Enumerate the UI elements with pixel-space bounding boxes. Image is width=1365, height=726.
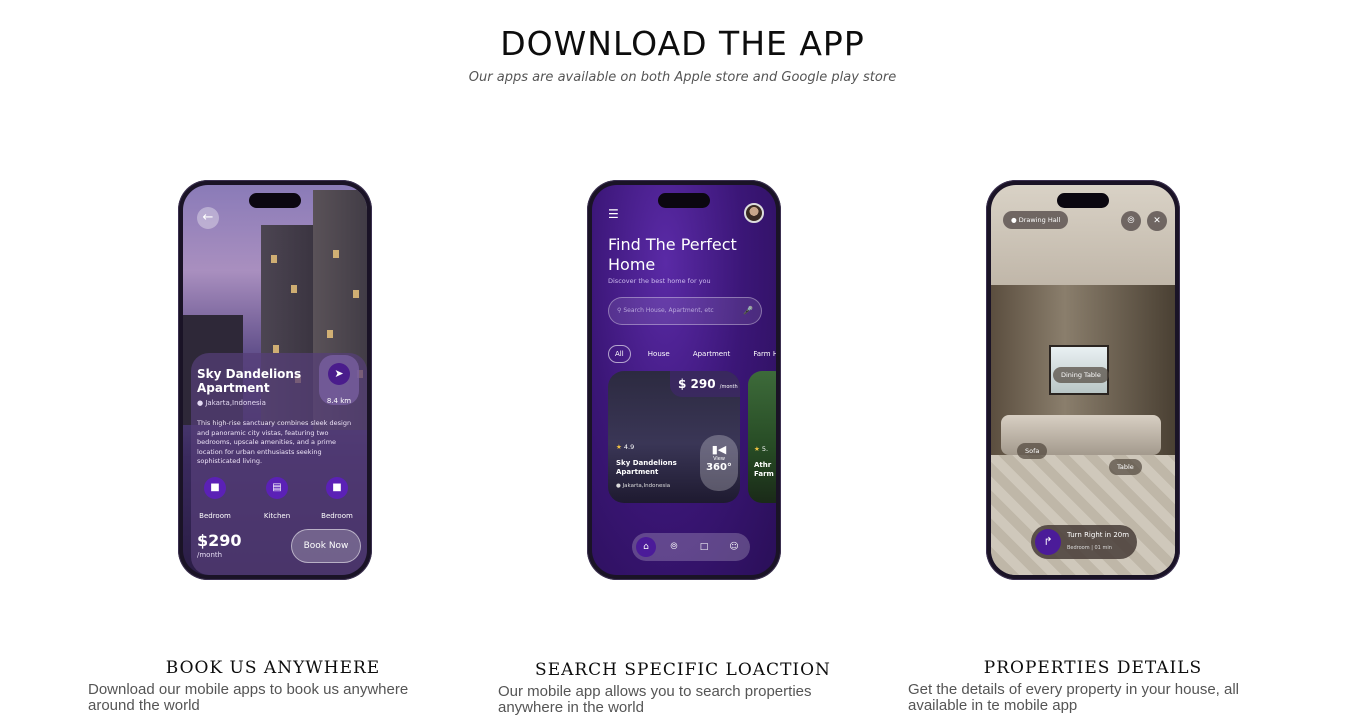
amenity-label: Kitchen — [263, 512, 291, 520]
amenity-bedroom: ■ Bedroom — [317, 477, 357, 522]
chip-all[interactable]: All — [608, 345, 631, 363]
view-360-icon: ▮◀ — [711, 443, 727, 456]
phone-mockup-search: ☰ Find The Perfect Home Discover the bes… — [587, 180, 781, 580]
property-location: ● Jakarta,Indonesia — [197, 399, 266, 407]
price-period: /month — [719, 384, 738, 390]
price-tag: $ 290 /month — [670, 371, 740, 397]
search-icon: ⚲ — [617, 307, 622, 314]
direction-time: 01 min — [1094, 545, 1112, 551]
distance-value: 8.4 km — [326, 397, 352, 405]
ar-tag-sofa[interactable]: Sofa — [1017, 443, 1048, 459]
navigation-icon: ➤ — [328, 363, 350, 385]
location-text: Drawing Hall — [1018, 216, 1061, 224]
rating: ★ 5. — [754, 445, 768, 453]
rating: ★ 4.9 — [616, 443, 634, 451]
feature-description: Our mobile app allows you to search prop… — [498, 683, 812, 716]
page-subtitle: Our apps are available on both Apple sto… — [468, 70, 897, 85]
phone-screen: ☰ Find The Perfect Home Discover the bes… — [592, 185, 776, 575]
price-period: /month — [197, 551, 223, 559]
user-icon[interactable]: ☺ — [724, 537, 744, 557]
feature-description: Get the details of every property in you… — [908, 681, 1240, 714]
phone-mockup-booking: ← Sky Dandelions Apartment ● Jakarta,Ind… — [178, 180, 372, 580]
phone-notch — [249, 193, 301, 208]
microphone-icon[interactable]: 🎤 — [743, 298, 753, 324]
property-location: ● Jakarta,Indonesia — [616, 483, 671, 489]
chat-icon[interactable]: □ — [694, 537, 714, 557]
amenity-label: Bedroom — [199, 512, 231, 520]
view-360-button[interactable]: ▮◀ View 360° — [700, 435, 738, 491]
search-placeholder: Search House, Apartment, etc — [623, 307, 714, 314]
location-text: Jakarta,Indonesia — [205, 399, 266, 407]
screen-title: Find The Perfect Home — [608, 235, 737, 274]
ar-tag-table[interactable]: Table — [1109, 459, 1142, 475]
ar-tag-dining-table[interactable]: Dining Table — [1053, 367, 1109, 383]
location-text: Jakarta,Indonesia — [622, 483, 671, 489]
amenity-bedroom: ■ Bedroom — [195, 477, 235, 522]
property-description: This high-rise sanctuary combines sleek … — [197, 419, 352, 465]
view-value: 360° — [706, 462, 732, 473]
feature-title: PROPERTIES DETAILS — [983, 658, 1203, 678]
close-icon[interactable]: ✕ — [1147, 211, 1167, 231]
price: $290 — [197, 531, 242, 550]
property-name: Sky Dandelions Apartment — [197, 367, 302, 395]
phone-notch — [658, 193, 710, 208]
screen-subtitle: Discover the best home for you — [608, 277, 711, 285]
direction-room: Bedroom — [1067, 545, 1090, 551]
phone-screen: ← Sky Dandelions Apartment ● Jakarta,Ind… — [183, 185, 367, 575]
location-chip[interactable]: ● Drawing Hall — [1003, 211, 1069, 229]
distance-badge[interactable]: ➤ 8.4 km — [319, 355, 359, 405]
bottom-nav: ⌂ ⦾ □ ☺ — [632, 533, 750, 561]
bed-icon: ■ — [204, 477, 226, 499]
star-icon: ★ — [616, 443, 622, 451]
back-arrow-icon[interactable]: ← — [197, 207, 219, 229]
avatar[interactable] — [744, 203, 764, 223]
rating-value: 5. — [761, 445, 769, 453]
phone-screen: ● Drawing Hall ⦾ ✕ Dining Table Sofa Tab… — [991, 185, 1175, 575]
property-name: Athr Farm — [754, 461, 774, 478]
kitchen-icon: ▤ — [266, 477, 288, 499]
chip-farm-house[interactable]: Farm Hou — [747, 346, 776, 362]
property-name: Sky Dandelions Apartment — [616, 459, 677, 476]
feature-description: Download our mobile apps to book us anyw… — [88, 681, 409, 714]
phone-notch — [1057, 193, 1109, 208]
chip-house[interactable]: House — [642, 346, 676, 362]
compass-icon[interactable]: ⦾ — [1121, 211, 1141, 231]
book-now-button[interactable]: Book Now — [291, 529, 361, 563]
compass-icon[interactable]: ⦾ — [664, 537, 684, 557]
category-chips: All House Apartment Farm Hou — [608, 341, 776, 363]
price: $ 290 — [678, 377, 716, 391]
turn-right-icon: ↱ — [1035, 529, 1061, 555]
page-title: DOWNLOAD THE APP — [500, 24, 865, 63]
amenity-label: Bedroom — [321, 512, 353, 520]
bed-icon: ■ — [326, 477, 348, 499]
property-card[interactable]: ★ 5. Athr Farm — [748, 371, 776, 503]
star-icon: ★ — [754, 445, 760, 453]
feature-title: SEARCH SPECIFIC LOACTION — [535, 660, 831, 680]
feature-title: BOOK US ANYWHERE — [165, 658, 381, 678]
direction-card[interactable]: ↱ Turn Right in 20m Bedroom | 01 min — [1031, 525, 1137, 559]
rating-value: 4.9 — [623, 443, 635, 451]
property-card[interactable]: $ 290 /month ★ 4.9 Sky Dandelions Apartm… — [608, 371, 740, 503]
search-input[interactable]: ⚲ Search House, Apartment, etc 🎤 — [608, 297, 762, 325]
home-icon[interactable]: ⌂ — [636, 537, 656, 557]
amenity-kitchen: ▤ Kitchen — [257, 477, 297, 522]
phone-mockup-ar-view: ● Drawing Hall ⦾ ✕ Dining Table Sofa Tab… — [986, 180, 1180, 580]
menu-icon[interactable]: ☰ — [608, 207, 619, 221]
direction-meta: Bedroom | 01 min — [1067, 545, 1112, 551]
chip-apartment[interactable]: Apartment — [687, 346, 736, 362]
direction-text: Turn Right in 20m — [1067, 531, 1130, 539]
